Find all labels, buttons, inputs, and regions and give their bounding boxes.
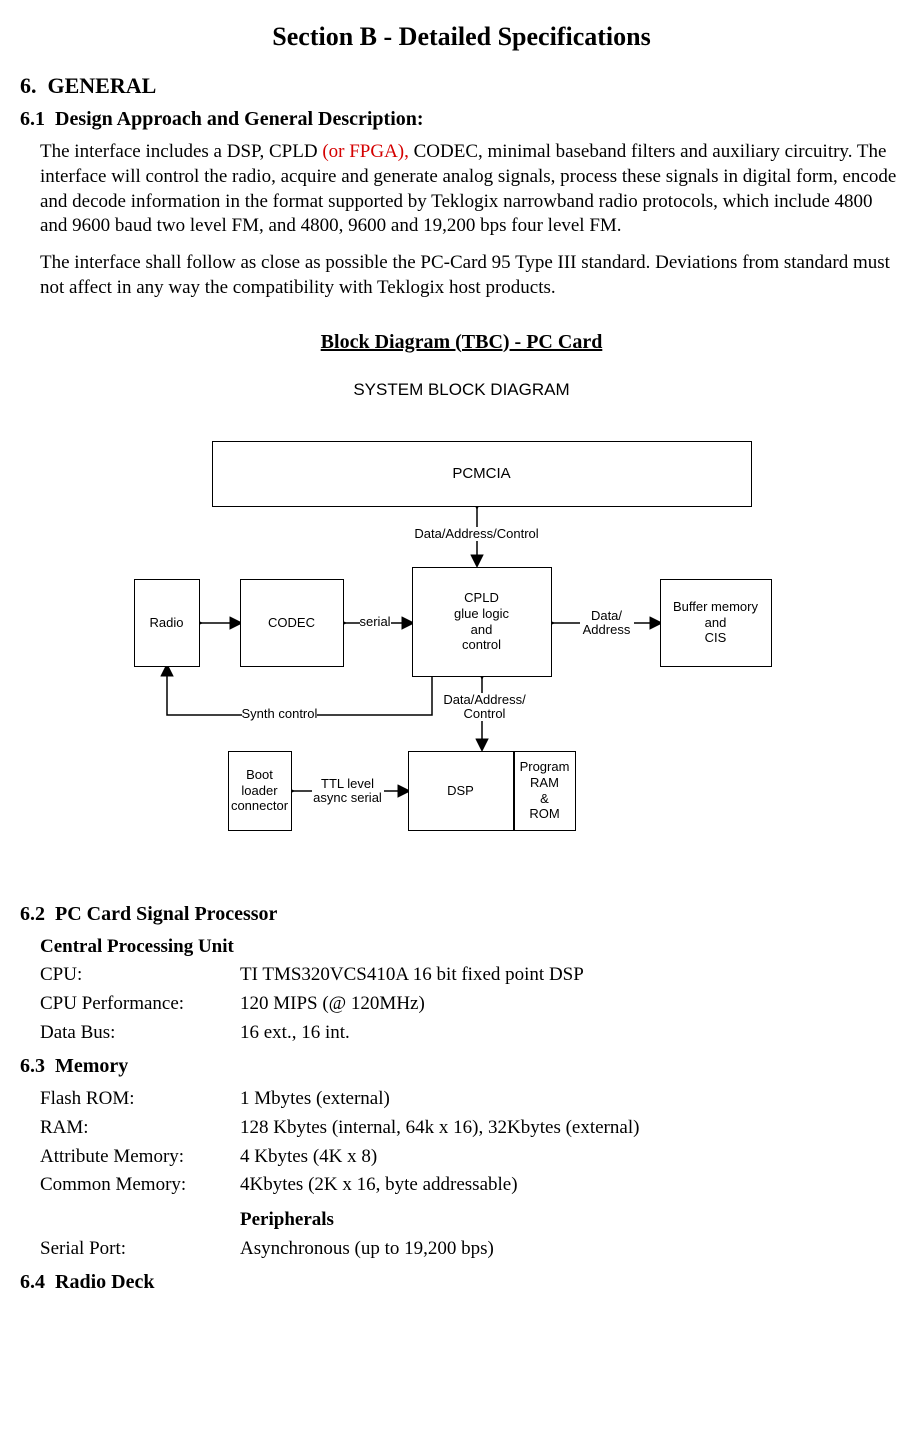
diagram-box-buffer: Buffer memory and CIS <box>660 579 772 667</box>
diagram-box-radio: Radio <box>134 579 200 667</box>
spec-row: CPU Performance:120 MIPS (@ 120MHz) <box>40 992 903 1017</box>
diagram-box-cpld: CPLD glue logic and control <box>412 567 552 677</box>
spec-row: Attribute Memory: 4 Kbytes (4K x 8) <box>40 1145 903 1170</box>
heading-6-general: 6. GENERAL <box>20 72 903 101</box>
spec-value: 128 Kbytes (internal, 64k x 16), 32Kbyte… <box>240 1116 903 1141</box>
diagram-box-boot: Boot loader connector <box>228 751 292 831</box>
diagram-box-program: Program RAM & ROM <box>514 751 576 831</box>
spec-row: Data Bus:16 ext., 16 int. <box>40 1021 903 1046</box>
spec-label: Flash ROM: <box>40 1087 240 1112</box>
spec-value: 120 MIPS (@ 120MHz) <box>240 992 903 1017</box>
spec-row: Serial Port:Asynchronous (up to 19,200 b… <box>40 1237 903 1262</box>
spec-row: CPU:TI TMS320VCS410A 16 bit fixed point … <box>40 963 903 988</box>
page-title: Section B - Detailed Specifications <box>20 20 903 54</box>
subheading-peripherals: Peripherals <box>240 1208 903 1233</box>
paragraph: The interface shall follow as close as p… <box>40 251 903 300</box>
system-block-diagram-label: SYSTEM BLOCK DIAGRAM <box>20 379 903 401</box>
diagram-label-ttl: TTL level async serial <box>312 777 384 806</box>
diagram-label-dac2: Data/Address/ Control <box>440 693 530 722</box>
heading-61: 6.1 Design Approach and General Descript… <box>20 106 903 132</box>
spec-label: CPU Performance: <box>40 992 240 1017</box>
paragraph: The interface includes a DSP, CPLD (or F… <box>40 140 903 239</box>
text-highlight: (or FPGA), <box>322 141 409 162</box>
heading-label: PC Card Signal Processor <box>55 903 277 925</box>
spec-label: Data Bus: <box>40 1021 240 1046</box>
diagram-label-dac: Data/Address/Control <box>412 527 542 541</box>
heading-label: Design Approach and General Description: <box>55 108 424 130</box>
diagram-box-dsp: DSP <box>408 751 514 831</box>
heading-label: Radio Deck <box>55 1271 154 1293</box>
diagram-box-codec: CODEC <box>240 579 344 667</box>
spec-value: 4 Kbytes (4K x 8) <box>240 1145 903 1170</box>
subheading-cpu: Central Processing Unit <box>40 935 903 960</box>
heading-num: 6. <box>20 73 37 98</box>
diagram-label-serial: serial <box>360 615 391 629</box>
spec-label: CPU: <box>40 963 240 988</box>
spec-value: 16 ext., 16 int. <box>240 1021 903 1046</box>
spec-value: Asynchronous (up to 19,200 bps) <box>240 1237 903 1262</box>
spec-row: Common Memory:4Kbytes (2K x 16, byte add… <box>40 1173 903 1198</box>
spec-value: TI TMS320VCS410A 16 bit fixed point DSP <box>240 963 903 988</box>
diagram-box-pcmcia: PCMCIA <box>212 441 752 507</box>
spec-label: Serial Port: <box>40 1237 240 1262</box>
heading-num: 6.4 <box>20 1271 45 1293</box>
spec-label: RAM: <box>40 1116 240 1141</box>
spec-label: Attribute Memory: <box>40 1145 240 1170</box>
spec-row: RAM:128 Kbytes (internal, 64k x 16), 32K… <box>40 1116 903 1141</box>
block-diagram-title: Block Diagram (TBC) - PC Card <box>20 329 903 355</box>
heading-label: Memory <box>55 1055 128 1077</box>
heading-num: 6.3 <box>20 1055 45 1077</box>
spec-row: Flash ROM:1 Mbytes (external) <box>40 1087 903 1112</box>
heading-63: 6.3 Memory <box>20 1053 903 1079</box>
spec-value: 4Kbytes (2K x 16, byte addressable) <box>240 1173 903 1198</box>
block-diagram: PCMCIA Data/Address/Control Radio CODEC … <box>112 411 812 871</box>
diagram-label-synth: Synth control <box>242 707 318 721</box>
heading-label: GENERAL <box>48 73 157 98</box>
heading-num: 6.2 <box>20 903 45 925</box>
heading-62: 6.2 PC Card Signal Processor <box>20 901 903 927</box>
spec-value: 1 Mbytes (external) <box>240 1087 903 1112</box>
diagram-label-data-address: Data/ Address <box>580 609 634 638</box>
heading-num: 6.1 <box>20 108 45 130</box>
spec-label: Common Memory: <box>40 1173 240 1198</box>
heading-64: 6.4 Radio Deck <box>20 1269 903 1295</box>
text: The interface includes a DSP, CPLD <box>40 141 322 162</box>
